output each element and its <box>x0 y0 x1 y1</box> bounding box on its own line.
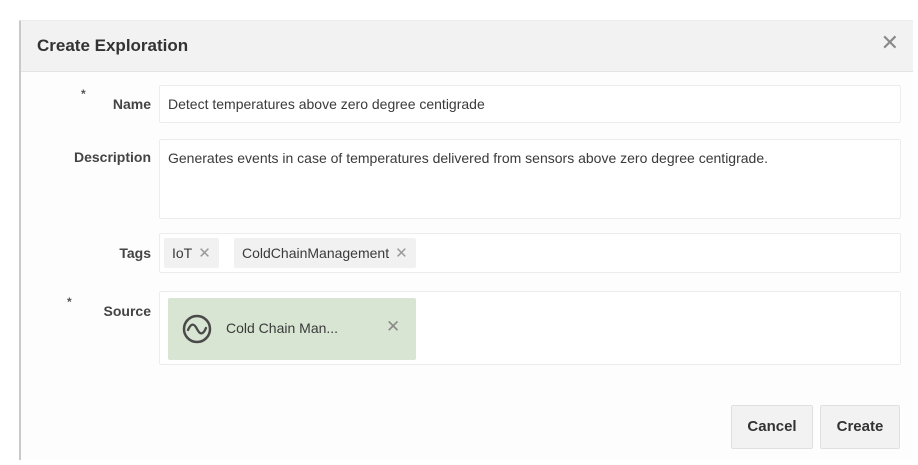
close-icon[interactable]: ✕ <box>881 32 899 54</box>
dialog-title: Create Exploration <box>37 36 189 55</box>
remove-source-icon[interactable]: ✕ <box>386 317 400 337</box>
description-value: Generates events in case of temperatures… <box>168 150 768 166</box>
create-exploration-dialog: Create Exploration ✕ * Name Detect tempe… <box>19 20 913 460</box>
dialog-header: Create Exploration ✕ <box>21 21 913 72</box>
create-button[interactable]: Create <box>820 405 900 449</box>
source-value: Cold Chain Man... <box>226 320 339 336</box>
stream-icon <box>181 313 213 348</box>
tags-field[interactable]: IoT ✕ ColdChainManagement ✕ <box>159 233 901 273</box>
remove-tag-icon[interactable]: ✕ <box>198 245 211 262</box>
description-field[interactable]: Generates events in case of temperatures… <box>159 139 901 219</box>
source-label: Source <box>103 303 151 319</box>
tag-chip-iot: IoT ✕ <box>164 238 219 268</box>
source-chip: Cold Chain Man... ✕ <box>168 298 416 360</box>
remove-tag-icon[interactable]: ✕ <box>395 245 408 262</box>
name-field[interactable]: Detect temperatures above zero degree ce… <box>159 85 901 123</box>
name-value: Detect temperatures above zero degree ce… <box>168 96 485 112</box>
name-label: Name <box>112 96 151 112</box>
tag-label: IoT <box>172 245 193 261</box>
description-label: Description <box>73 149 151 165</box>
tag-label: ColdChainManagement <box>242 245 390 261</box>
cancel-button[interactable]: Cancel <box>731 405 813 449</box>
tags-label: Tags <box>119 245 151 261</box>
tag-chip-coldchainmanagement: ColdChainManagement ✕ <box>234 238 416 268</box>
source-field[interactable]: Cold Chain Man... ✕ <box>159 291 901 365</box>
